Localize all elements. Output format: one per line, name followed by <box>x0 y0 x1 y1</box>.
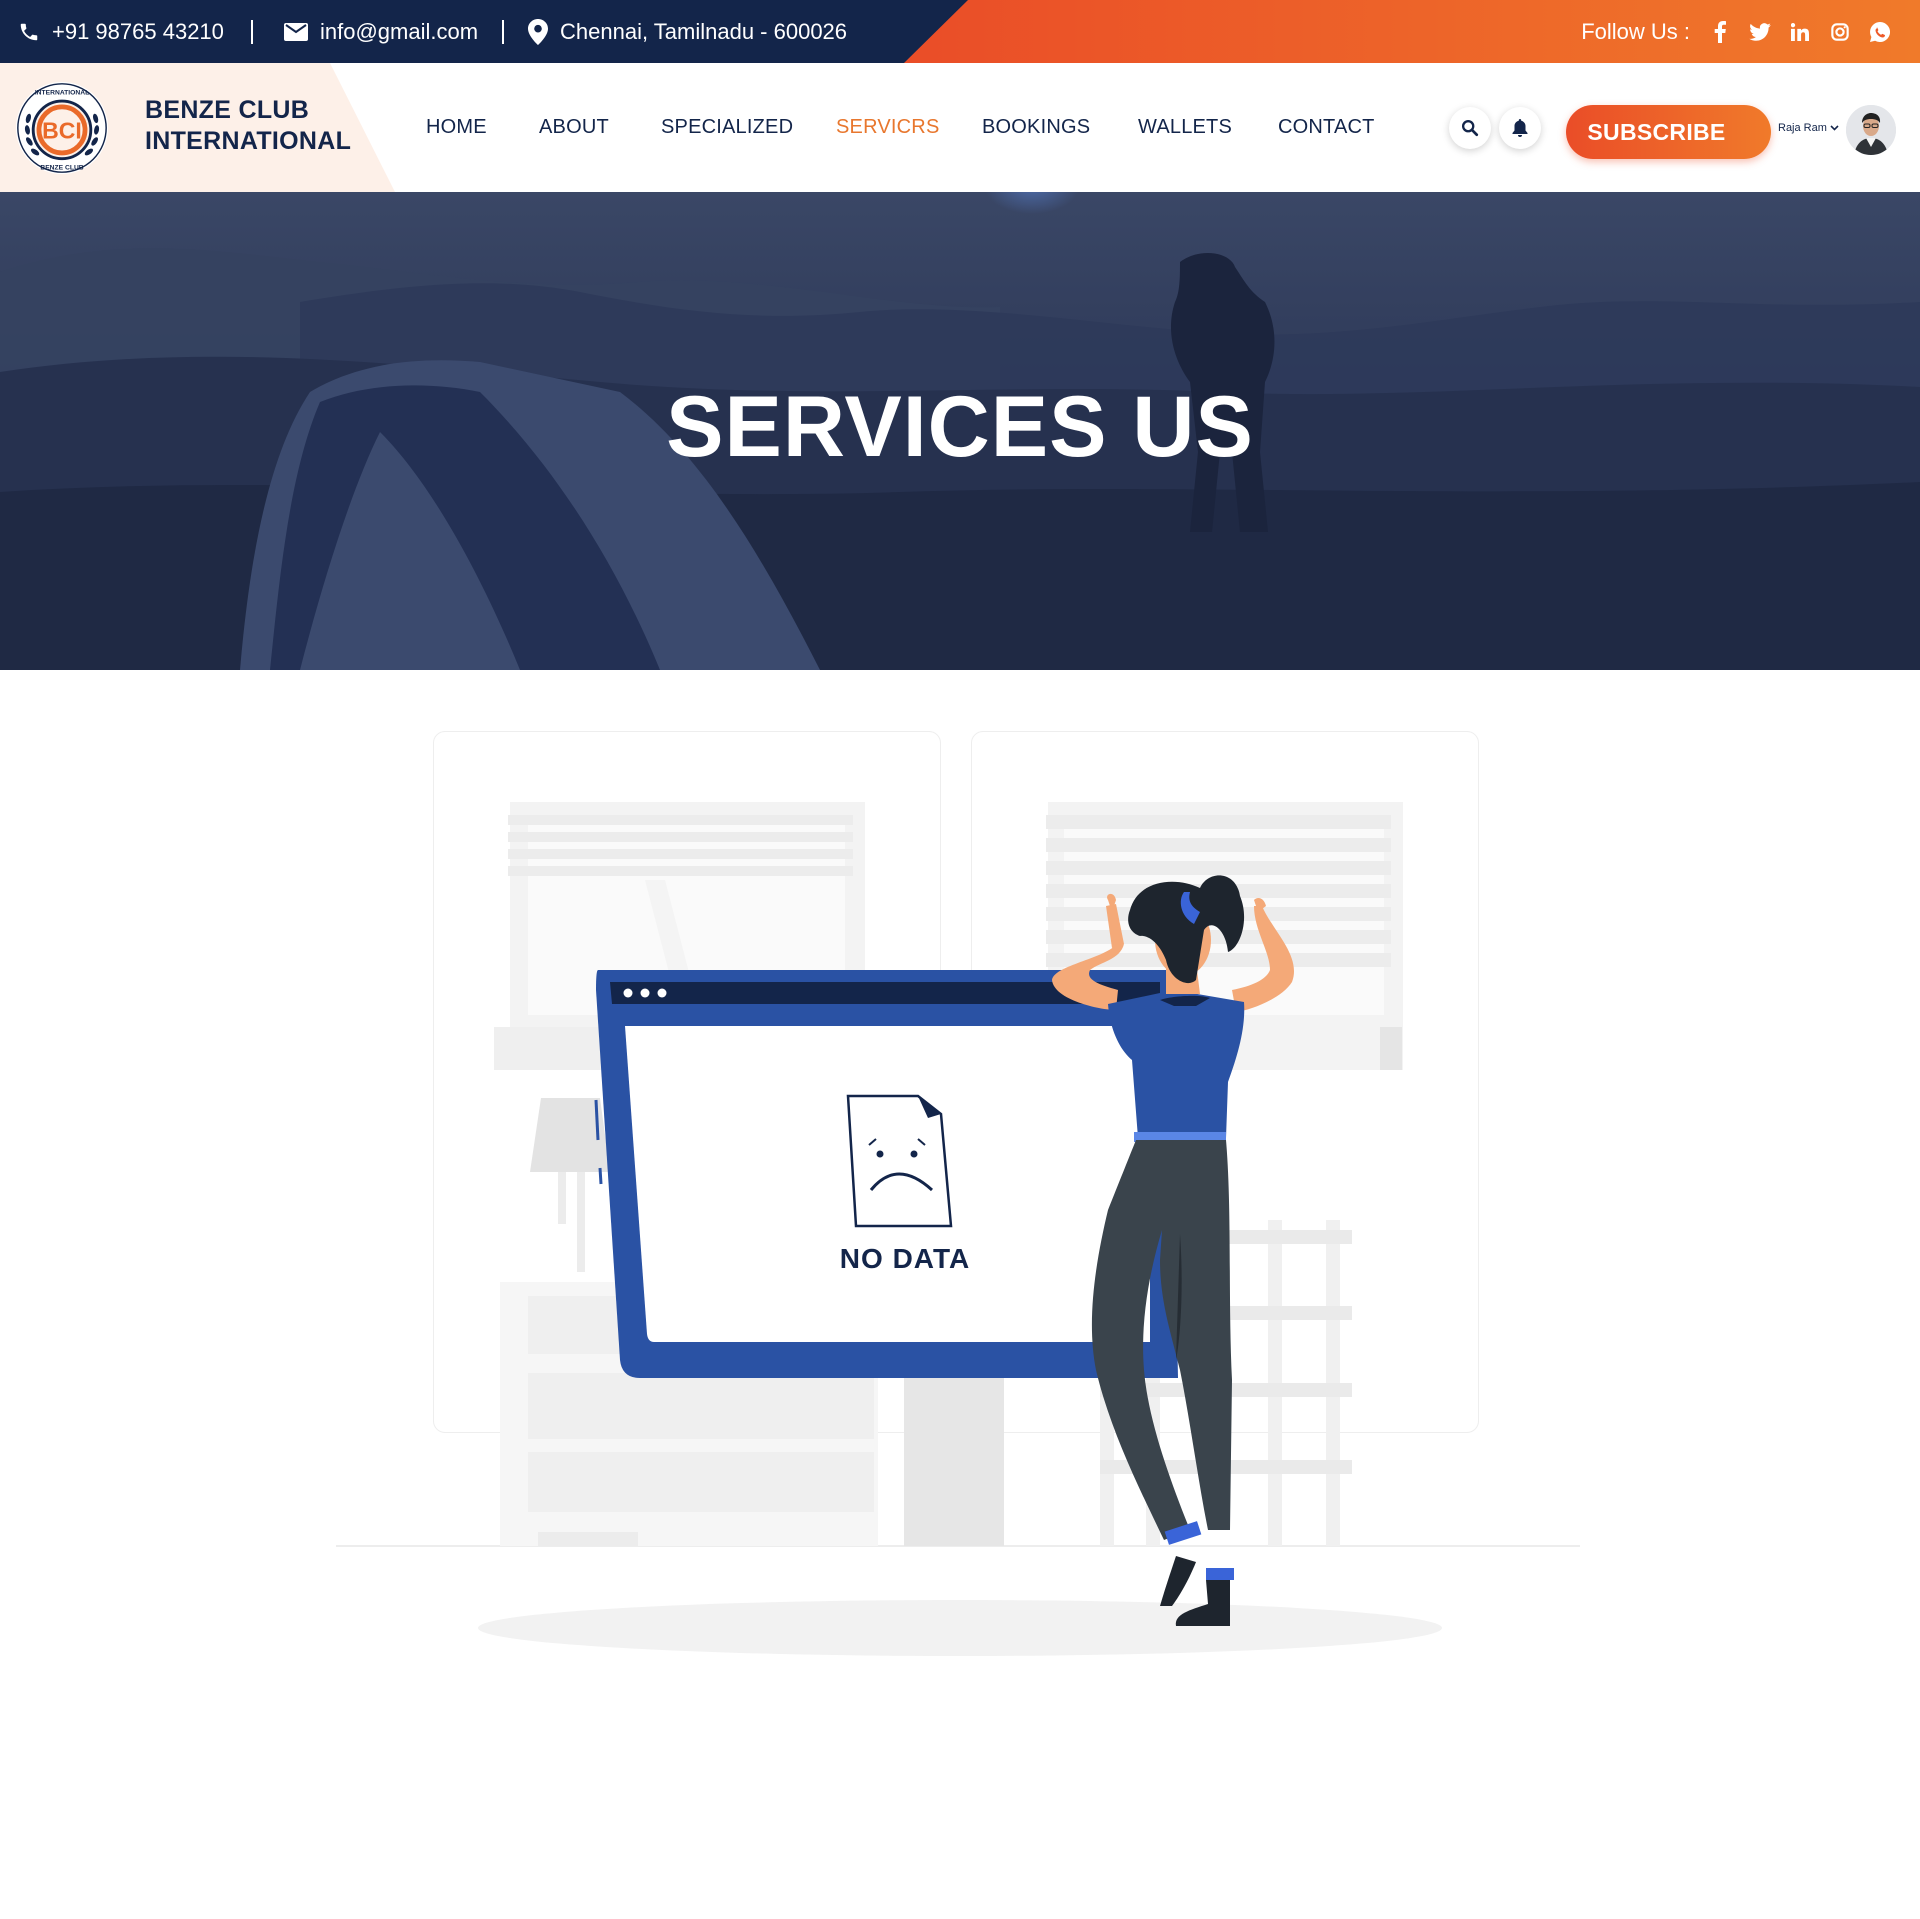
location-contact: Chennai, Tamilnadu - 600026 <box>528 0 847 63</box>
instagram-icon[interactable] <box>1820 12 1860 52</box>
email-address: info@gmail.com <box>320 18 479 44</box>
linkedin-icon[interactable] <box>1780 12 1820 52</box>
email-contact[interactable]: info@gmail.com <box>284 0 478 63</box>
follow-us: Follow Us : <box>1581 0 1920 63</box>
user-name: Raja Ram <box>1778 121 1827 134</box>
chevron-down-icon <box>1830 124 1839 131</box>
nav-services[interactable]: SERVICRS <box>836 63 940 192</box>
brand-name[interactable]: BENZE CLUB INTERNATIONAL <box>145 95 351 157</box>
nav-home[interactable]: HOME <box>426 63 487 192</box>
subscribe-button[interactable]: SUBSCRIBE <box>1566 105 1771 159</box>
search-icon <box>1461 119 1479 137</box>
mail-icon <box>284 22 308 41</box>
benze-club-logo[interactable]: BCI INTERNATIONAL BENZE CLUB <box>14 80 110 176</box>
avatar[interactable] <box>1846 105 1896 155</box>
location-pin-icon <box>528 18 548 45</box>
phone-icon <box>20 23 38 40</box>
notification-button[interactable] <box>1499 107 1541 149</box>
brand-line-1: BENZE CLUB <box>145 96 310 124</box>
nav-about[interactable]: ABOUT <box>539 63 609 192</box>
no-data-illustration <box>336 802 1580 1656</box>
divider <box>502 20 504 44</box>
nav-bookings[interactable]: BOOKINGS <box>982 63 1090 192</box>
page-title: SERVICES US <box>666 379 1254 475</box>
whatsapp-icon[interactable] <box>1860 12 1900 52</box>
phone-contact[interactable]: +91 98765 43210 <box>18 0 224 63</box>
location-text: Chennai, Tamilnadu - 600026 <box>560 18 848 44</box>
nav-contact[interactable]: CONTACT <box>1278 63 1375 192</box>
user-menu[interactable]: Raja Ram <box>1778 63 1839 192</box>
divider <box>251 20 253 44</box>
page-hero: SERVICES US <box>0 192 1920 670</box>
logo-mark: BCI <box>42 118 82 144</box>
bell-icon <box>1512 119 1528 137</box>
logo-text-bottom: BENZE CLUB <box>40 164 83 171</box>
nav-specialized[interactable]: SPECIALIZED <box>661 63 793 192</box>
brand-line-2: INTERNATIONAL <box>145 127 352 155</box>
nav-wallets[interactable]: WALLETS <box>1138 63 1232 192</box>
top-info-bar: +91 98765 43210 info@gmail.com Chennai, … <box>0 0 1920 63</box>
phone-number: +91 98765 43210 <box>52 18 224 44</box>
user-avatar-image <box>1846 105 1896 155</box>
follow-label: Follow Us : <box>1581 18 1690 44</box>
facebook-icon[interactable] <box>1700 12 1740 52</box>
main-navbar: BCI INTERNATIONAL BENZE CLUB BENZE CLUB … <box>0 63 1920 192</box>
search-button[interactable] <box>1449 107 1491 149</box>
twitter-icon[interactable] <box>1740 12 1780 52</box>
logo-text-top: INTERNATIONAL <box>35 89 89 96</box>
no-data-label: NO DATA <box>839 1243 971 1274</box>
